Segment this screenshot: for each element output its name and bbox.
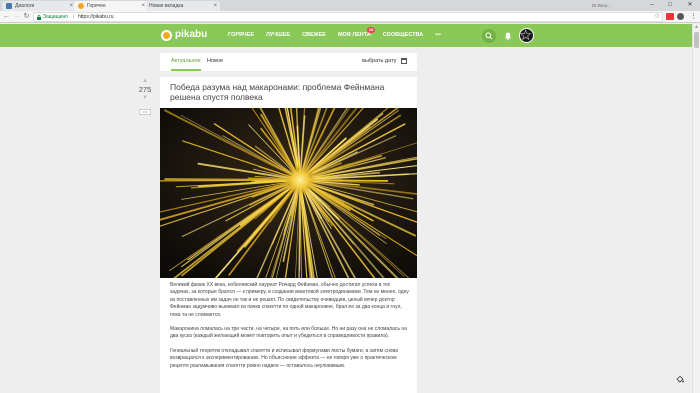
maximize-button[interactable]: □ xyxy=(664,0,676,11)
story-body: Великий физик XX века, нобелевский лауре… xyxy=(170,282,410,377)
spaghetti-strand xyxy=(306,179,389,182)
avatar-pentagram-icon xyxy=(520,29,532,41)
site-logo[interactable]: pikabu xyxy=(175,28,207,42)
browser-tab-strip: Диалоги × Горячее × Новая вкладка × Dr.R… xyxy=(0,0,700,11)
paint-bucket-icon[interactable] xyxy=(676,376,684,383)
url-text[interactable]: https://pikabu.ru xyxy=(78,13,114,22)
nav-fresh[interactable]: СВЕЖЕЕ xyxy=(296,24,332,47)
close-tab-icon[interactable]: × xyxy=(141,1,145,11)
feed-filter-bar: Актуальное Новое выбрать дату xyxy=(160,53,417,71)
vk-favicon-icon xyxy=(6,3,12,9)
avatar[interactable] xyxy=(519,28,534,43)
nav-hot[interactable]: ГОРЯЧЕЕ xyxy=(222,24,260,47)
lock-icon xyxy=(37,15,41,20)
story-actions-button[interactable]: ••• xyxy=(139,109,151,115)
url-separator: | xyxy=(73,14,75,20)
reload-button[interactable]: ↻ xyxy=(22,11,31,23)
feed-count-badge: 15 xyxy=(367,27,375,33)
extension-icon[interactable] xyxy=(666,13,674,20)
nav-best[interactable]: ЛУЧШЕЕ xyxy=(260,24,296,47)
story-paragraph: Великий физик XX века, нобелевский лауре… xyxy=(170,282,409,318)
spaghetti-image[interactable] xyxy=(160,108,417,278)
secure-label: Защищено xyxy=(43,14,69,20)
tab-actual[interactable]: Актуальное xyxy=(171,53,201,71)
nav-communities[interactable]: СООБЩЕСТВА xyxy=(377,24,429,47)
address-bar[interactable]: Защищено | https://pikabu.ru xyxy=(33,12,663,22)
story-paragraph: Макаронина ломалась на три части, на чет… xyxy=(170,326,407,340)
close-tab-icon[interactable]: × xyxy=(213,1,217,11)
minimize-button[interactable]: – xyxy=(646,0,658,11)
bookmark-star-icon[interactable]: ☆ xyxy=(654,11,660,23)
nav-more[interactable]: ••• xyxy=(429,24,447,47)
profile-name[interactable]: Dr.Reui... xyxy=(592,0,611,11)
main-nav: ГОРЯЧЕЕ ЛУЧШЕЕ СВЕЖЕЕ МОЯ ЛЕНТА 15 СООБЩ… xyxy=(222,24,447,47)
browser-toolbar: ← → ↻ Защищено | https://pikabu.ru ☆ ⋮ xyxy=(0,11,700,23)
tab-label: Горячее xyxy=(87,3,106,9)
rating-value: 275 xyxy=(138,85,152,94)
story-card: Победа разума над макаронами: проблема Ф… xyxy=(160,77,417,393)
extension-icon-2[interactable] xyxy=(677,13,684,20)
scroll-thumb[interactable] xyxy=(694,32,699,48)
nav-my-feed-label: МОЯ ЛЕНТА xyxy=(337,32,371,38)
story-title[interactable]: Победа разума над макаронами: проблема Ф… xyxy=(170,82,410,102)
story-rating: ▲ 275 ▼ xyxy=(134,78,156,102)
close-window-button[interactable]: ✕ xyxy=(684,0,696,11)
close-tab-icon[interactable]: × xyxy=(69,1,73,11)
tab-label: Новая вкладка xyxy=(149,3,184,9)
downvote-icon[interactable]: ▼ xyxy=(134,95,156,102)
date-picker-link[interactable]: выбрать дату xyxy=(362,53,396,69)
tab-hot[interactable]: Горячее × xyxy=(74,1,148,11)
upvote-icon[interactable]: ▲ xyxy=(134,78,156,85)
search-button[interactable] xyxy=(482,29,496,43)
tab-new[interactable]: Новая вкладка × xyxy=(146,1,220,11)
tab-label: Диалоги xyxy=(15,3,35,9)
page-scrollbar[interactable]: ▲ xyxy=(692,24,700,393)
story-paragraph: Гениальный теоретик откладывал спагетти … xyxy=(170,347,398,369)
search-icon xyxy=(485,32,493,40)
tab-dialogs[interactable]: Диалоги × xyxy=(2,1,76,11)
back-button[interactable]: ← xyxy=(2,11,11,23)
pikabu-favicon-icon xyxy=(78,3,84,9)
nav-my-feed[interactable]: МОЯ ЛЕНТА 15 xyxy=(332,24,377,47)
tab-new-posts[interactable]: Новое xyxy=(207,53,223,69)
spaghetti-strand xyxy=(164,178,296,181)
forward-button[interactable]: → xyxy=(12,11,21,23)
browser-menu-icon[interactable]: ⋮ xyxy=(690,11,697,23)
scroll-up-arrow-icon[interactable]: ▲ xyxy=(694,24,699,30)
bell-icon[interactable] xyxy=(503,31,513,41)
pikabu-logo-icon[interactable] xyxy=(161,30,172,41)
spaghetti-burst-illustration xyxy=(160,108,417,278)
calendar-icon[interactable] xyxy=(401,58,407,64)
site-header: pikabu ГОРЯЧЕЕ ЛУЧШЕЕ СВЕЖЕЕ МОЯ ЛЕНТА 1… xyxy=(0,24,692,47)
